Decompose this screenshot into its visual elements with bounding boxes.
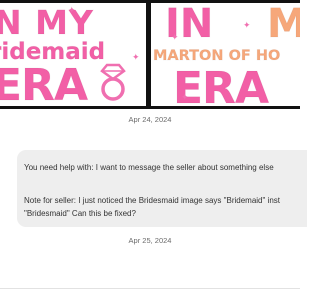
message-date: Apr 24, 2024 bbox=[128, 115, 172, 124]
product-image-strip: N MY ridemaid ERA ✦ ✦ IN M MARTON OF HO … bbox=[0, 0, 300, 109]
bridesmaid-image-right[interactable]: IN M MARTON OF HO ERA ✦ ✦ ✦ bbox=[151, 3, 300, 106]
art-line-2: MARTON OF HO bbox=[152, 48, 281, 65]
message-bubble: You need help with: I want to message th… bbox=[17, 150, 307, 227]
art-line-3: ERA bbox=[0, 60, 89, 107]
sparkle-icon: ✦ bbox=[132, 52, 140, 62]
message-date: Apr 25, 2024 bbox=[128, 236, 172, 245]
diamond-ring-icon bbox=[100, 63, 126, 101]
sparkle-icon: ✦ bbox=[243, 20, 251, 30]
art-line-1: N MY bbox=[0, 3, 94, 43]
art-line-1b: M bbox=[267, 3, 300, 48]
sparkle-icon: ✦ bbox=[68, 5, 76, 15]
message-note-line-1: Note for seller: I just noticed the Brid… bbox=[24, 196, 281, 205]
sparkle-icon: ✦ bbox=[171, 32, 179, 42]
message-note-line-2: "Bridesmaid" Can this be fixed? bbox=[24, 209, 136, 218]
message-help-topic: You need help with: I want to message th… bbox=[24, 163, 274, 172]
sparkle-icon: ✦ bbox=[181, 92, 189, 102]
bridesmaid-image-left[interactable]: N MY ridemaid ERA ✦ ✦ bbox=[0, 3, 146, 106]
divider bbox=[0, 288, 300, 289]
